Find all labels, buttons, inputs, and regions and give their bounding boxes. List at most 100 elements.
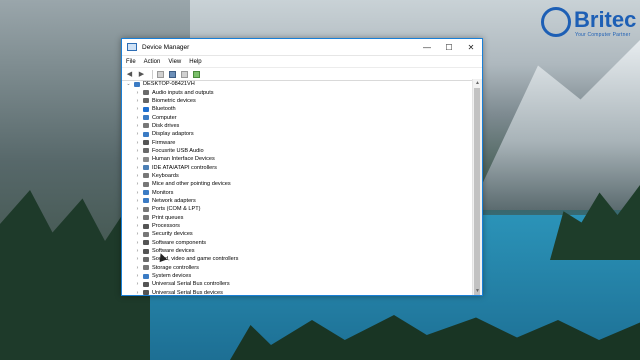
software-component-icon <box>143 240 149 246</box>
minimize-button[interactable]: — <box>416 39 438 55</box>
chevron-right-icon[interactable]: › <box>134 215 141 221</box>
storage-icon <box>143 265 149 271</box>
usb-icon <box>143 290 149 295</box>
tree-category[interactable]: › Storage controllers <box>122 264 473 272</box>
chevron-right-icon[interactable]: › <box>134 231 141 237</box>
tree-category[interactable]: › IDE ATA/ATAPI controllers <box>122 163 473 171</box>
chevron-right-icon[interactable]: › <box>134 265 141 271</box>
tree-category[interactable]: › Sound, video and game controllers <box>122 255 473 263</box>
chevron-right-icon[interactable]: › <box>134 140 141 146</box>
tree-category[interactable]: › System devices <box>122 272 473 280</box>
tree-category[interactable]: › Network adapters <box>122 197 473 205</box>
tree-category[interactable]: › Disk drives <box>122 122 473 130</box>
tree-category[interactable]: › Print queues <box>122 214 473 222</box>
fingerprint-icon <box>143 98 149 104</box>
network-icon <box>143 198 149 204</box>
properties-icon[interactable] <box>156 70 165 79</box>
speaker-icon <box>143 90 149 96</box>
chevron-right-icon[interactable]: › <box>134 240 141 246</box>
tree-category[interactable]: › Display adaptors <box>122 130 473 138</box>
tree-root[interactable]: ⌄ DESKTOP-08421VH <box>122 80 473 88</box>
device-manager-icon <box>127 43 137 51</box>
tree-category[interactable]: › Firmware <box>122 138 473 146</box>
category-label: Monitors <box>152 189 174 196</box>
tree-category[interactable]: › Security devices <box>122 230 473 238</box>
tree-category[interactable]: › Audio inputs and outputs <box>122 88 473 96</box>
chevron-right-icon[interactable]: › <box>134 256 141 262</box>
chevron-right-icon[interactable]: › <box>134 156 141 162</box>
keyboard-icon <box>143 173 149 179</box>
tree-category[interactable]: › Universal Serial Bus devices <box>122 289 473 295</box>
chevron-right-icon[interactable]: › <box>134 290 141 295</box>
tree-category[interactable]: › Focusrite USB Audio <box>122 147 473 155</box>
chevron-right-icon[interactable]: › <box>134 173 141 179</box>
monitor-icon[interactable] <box>192 70 201 79</box>
tree-category[interactable]: › Biometric devices <box>122 97 473 105</box>
menu-help[interactable]: Help <box>189 59 201 65</box>
chevron-right-icon[interactable]: › <box>134 115 141 121</box>
tree-category[interactable]: › Monitors <box>122 188 473 196</box>
title-bar[interactable]: Device Manager — ☐ ✕ <box>122 39 482 56</box>
chevron-right-icon[interactable]: › <box>134 131 141 137</box>
device-manager-window[interactable]: Device Manager — ☐ ✕ File Action View He… <box>121 38 483 296</box>
chevron-right-icon[interactable]: › <box>134 223 141 229</box>
tree-category[interactable]: › Software devices <box>122 247 473 255</box>
chevron-right-icon[interactable]: › <box>134 206 141 212</box>
chevron-right-icon[interactable]: › <box>134 248 141 254</box>
menu-file[interactable]: File <box>126 59 136 65</box>
maximize-button[interactable]: ☐ <box>438 39 460 55</box>
tree-category[interactable]: › Keyboards <box>122 172 473 180</box>
mouse-icon <box>143 181 149 187</box>
chevron-right-icon[interactable]: › <box>134 273 141 279</box>
tree-category[interactable]: › Software components <box>122 239 473 247</box>
chevron-right-icon[interactable]: › <box>134 165 141 171</box>
logo-name: Britec <box>574 7 637 32</box>
help-icon[interactable] <box>168 70 177 79</box>
forward-icon[interactable]: ▶ <box>137 70 146 79</box>
menu-action[interactable]: Action <box>144 59 161 65</box>
chevron-right-icon[interactable]: › <box>134 281 141 287</box>
root-label: DESKTOP-08421VH <box>143 81 195 88</box>
tree-category[interactable]: › Ports (COM & LPT) <box>122 205 473 213</box>
scroll-up-icon[interactable]: ▲ <box>473 79 482 87</box>
chevron-right-icon[interactable]: › <box>134 106 141 112</box>
security-icon <box>143 231 149 237</box>
category-label: Focusrite USB Audio <box>152 147 204 154</box>
close-button[interactable]: ✕ <box>460 39 482 55</box>
tree-category[interactable]: › Computer <box>122 113 473 121</box>
device-tree-pane: ⌄ DESKTOP-08421VH › Audio inputs and outp… <box>122 79 482 295</box>
britec-logo: Britec Your Computer Partner <box>541 5 637 41</box>
controller-icon <box>143 165 149 171</box>
logo-tagline: Your Computer Partner <box>575 32 631 38</box>
category-label: Software components <box>152 239 207 246</box>
back-icon[interactable]: ◀ <box>125 70 134 79</box>
chevron-right-icon[interactable]: › <box>134 198 141 204</box>
software-device-icon <box>143 248 149 254</box>
chevron-right-icon[interactable]: › <box>134 148 141 154</box>
menu-view[interactable]: View <box>168 59 181 65</box>
usb-icon <box>143 281 149 287</box>
category-label: Computer <box>152 114 177 121</box>
chevron-right-icon[interactable]: › <box>134 98 141 104</box>
category-label: Display adaptors <box>152 131 194 138</box>
tree-category[interactable]: › Universal Serial Bus controllers <box>122 280 473 288</box>
toolbar-separator <box>152 69 153 79</box>
category-label: Human Interface Devices <box>152 156 215 163</box>
tree-category[interactable]: › Processors <box>122 222 473 230</box>
port-icon <box>143 206 149 212</box>
chevron-right-icon[interactable]: › <box>134 90 141 96</box>
chevron-down-icon[interactable]: ⌄ <box>125 81 132 87</box>
display-icon <box>143 131 149 137</box>
chevron-right-icon[interactable]: › <box>134 181 141 187</box>
device-tree[interactable]: ⌄ DESKTOP-08421VH › Audio inputs and outp… <box>122 79 473 295</box>
tree-category[interactable]: › Human Interface Devices <box>122 155 473 163</box>
scrollbar-thumb[interactable] <box>474 88 480 295</box>
scroll-down-icon[interactable]: ▼ <box>473 287 482 295</box>
tree-category[interactable]: › Mice and other pointing devices <box>122 180 473 188</box>
monitor-icon <box>143 190 149 196</box>
chevron-right-icon[interactable]: › <box>134 190 141 196</box>
chevron-right-icon[interactable]: › <box>134 123 141 129</box>
vertical-scrollbar[interactable]: ▲ ▼ <box>472 79 482 295</box>
tree-category[interactable]: › Bluetooth <box>122 105 473 113</box>
view-icon[interactable] <box>180 70 189 79</box>
